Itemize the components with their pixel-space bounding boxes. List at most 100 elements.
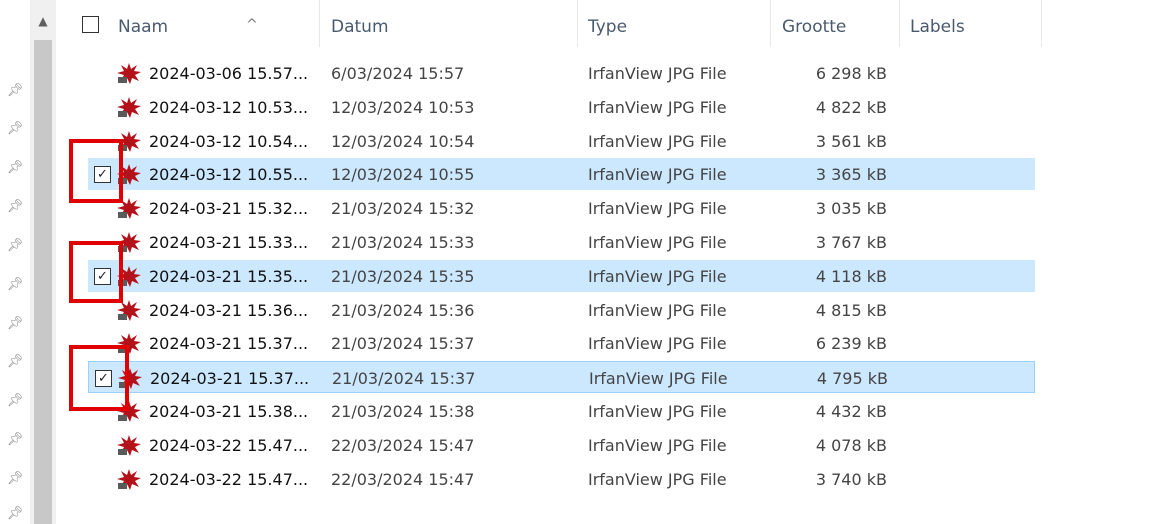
irfanview-jpg-icon	[116, 434, 142, 456]
file-name: 2024-03-22 15.47...	[149, 470, 309, 489]
file-size: 4 795 kB	[816, 369, 888, 388]
column-header-size[interactable]: Grootte	[772, 0, 900, 47]
file-row[interactable]: 2024-03-21 15.33... 21/03/2024 15:33 Irfan…	[88, 226, 1035, 258]
file-type: IrfanView JPG File	[588, 132, 727, 151]
file-date: 21/03/2024 15:37	[332, 369, 476, 388]
scrollbar-thumb[interactable]	[34, 40, 52, 524]
file-name: 2024-03-21 15.32...	[149, 199, 309, 218]
pin-icon[interactable]: 📌︎	[6, 159, 24, 177]
file-row[interactable]: ✓ 2024-03-21 15.37... 21/03/2024 15:37 Irfa…	[88, 361, 1035, 393]
file-size: 3 035 kB	[815, 199, 887, 218]
file-size: 3 365 kB	[815, 165, 887, 184]
highlight-box	[69, 139, 123, 203]
column-date-label: Datum	[331, 17, 389, 37]
file-name: 2024-03-22 15.47...	[149, 436, 309, 455]
file-size: 6 239 kB	[815, 334, 887, 353]
pin-icon[interactable]: 📌︎	[6, 315, 24, 333]
file-size: 4 118 kB	[815, 267, 887, 286]
irfanview-jpg-icon	[116, 468, 142, 490]
file-row[interactable]: 2024-03-21 15.37... 21/03/2024 15:37 Irfan…	[88, 327, 1035, 359]
file-type: IrfanView JPG File	[588, 98, 727, 117]
file-date: 12/03/2024 10:55	[331, 165, 475, 184]
file-name: 2024-03-12 10.54...	[149, 132, 309, 151]
pin-icon[interactable]: 📌︎	[6, 431, 24, 449]
column-size-label: Grootte	[782, 17, 847, 37]
pin-icon[interactable]: 📌︎	[6, 276, 24, 294]
file-date: 21/03/2024 15:32	[331, 199, 475, 218]
column-header-labels[interactable]: Labels	[900, 0, 1042, 47]
file-name: 2024-03-21 15.36...	[149, 301, 309, 320]
pin-icon[interactable]: 📌︎	[6, 505, 24, 523]
file-date: 22/03/2024 15:47	[331, 436, 475, 455]
file-date: 21/03/2024 15:37	[331, 334, 475, 353]
file-name: 2024-03-21 15.37...	[150, 369, 310, 388]
irfanview-jpg-icon	[116, 96, 142, 118]
file-type: IrfanView JPG File	[589, 369, 728, 388]
scroll-up-arrow-icon[interactable]: ▲	[30, 8, 56, 34]
file-size: 4 432 kB	[815, 402, 887, 421]
file-type: IrfanView JPG File	[588, 334, 727, 353]
irfanview-jpg-icon	[116, 62, 142, 84]
file-row[interactable]: 2024-03-12 10.54... 12/03/2024 10:54 Irfan…	[88, 125, 1035, 157]
file-type: IrfanView JPG File	[588, 64, 727, 83]
file-size: 3 740 kB	[815, 470, 887, 489]
column-header-type[interactable]: Type	[578, 0, 771, 47]
file-type: IrfanView JPG File	[588, 267, 727, 286]
file-row[interactable]: 2024-03-22 15.47... 22/03/2024 15:47 Irfan…	[88, 429, 1035, 461]
file-date: 21/03/2024 15:38	[331, 402, 475, 421]
file-date: 21/03/2024 15:33	[331, 233, 475, 252]
file-size: 4 815 kB	[815, 301, 887, 320]
file-row[interactable]: ✓ 2024-03-21 15.35... 21/03/2024 15:35 Irfa…	[88, 260, 1035, 292]
file-name: 2024-03-21 15.37...	[149, 334, 309, 353]
file-name: 2024-03-21 15.38...	[149, 402, 309, 421]
pin-icon[interactable]: 📌︎	[6, 198, 24, 216]
file-row[interactable]: ✓ 2024-03-12 10.55... 12/03/2024 10:55 Irfa…	[88, 158, 1035, 190]
column-name-label: Naam	[118, 17, 169, 37]
navigation-scrollbar[interactable]: ▲	[30, 0, 56, 524]
file-size: 4 078 kB	[815, 436, 887, 455]
file-name: 2024-03-06 15.57...	[149, 64, 309, 83]
file-type: IrfanView JPG File	[588, 402, 727, 421]
file-row[interactable]: 2024-03-21 15.38... 21/03/2024 15:38 Irfan…	[88, 395, 1035, 427]
file-row[interactable]: 2024-03-21 15.32... 21/03/2024 15:32 Irfan…	[88, 192, 1035, 224]
file-type: IrfanView JPG File	[588, 233, 727, 252]
file-row[interactable]: 2024-03-12 10.53... 12/03/2024 10:53 Irfan…	[88, 91, 1035, 123]
sort-ascending-icon: ^	[246, 17, 258, 33]
file-date: 21/03/2024 15:36	[331, 301, 475, 320]
file-type: IrfanView JPG File	[588, 470, 727, 489]
pin-icon[interactable]: 📌︎	[6, 353, 24, 371]
file-date: 6/03/2024 15:57	[331, 64, 465, 83]
file-date: 21/03/2024 15:35	[331, 267, 475, 286]
file-size: 6 298 kB	[815, 64, 887, 83]
file-date: 12/03/2024 10:53	[331, 98, 475, 117]
column-header-date[interactable]: Datum	[321, 0, 578, 47]
file-row[interactable]: 2024-03-06 15.57... 6/03/2024 15:57 IrfanV…	[88, 57, 1035, 89]
file-size: 3 767 kB	[815, 233, 887, 252]
select-all-checkbox[interactable]	[82, 16, 99, 33]
column-labels-label: Labels	[910, 17, 965, 37]
file-row[interactable]: 2024-03-21 15.36... 21/03/2024 15:36 Irfan…	[88, 294, 1035, 326]
file-type: IrfanView JPG File	[588, 301, 727, 320]
file-name: 2024-03-21 15.33...	[149, 233, 309, 252]
pin-icon[interactable]: 📌︎	[6, 237, 24, 255]
file-name: 2024-03-12 10.55...	[149, 165, 309, 184]
highlight-box	[69, 241, 123, 303]
column-type-label: Type	[588, 17, 628, 37]
pin-icon[interactable]: 📌︎	[6, 392, 24, 410]
file-name: 2024-03-21 15.35...	[149, 267, 309, 286]
quick-access-pins: 📌︎ 📌︎ 📌︎ 📌︎ 📌︎ 📌︎ 📌︎ 📌︎ 📌︎ 📌︎ 📌︎ 📌︎	[0, 0, 30, 524]
file-name: 2024-03-12 10.53...	[149, 98, 309, 117]
file-type: IrfanView JPG File	[588, 165, 727, 184]
file-date: 22/03/2024 15:47	[331, 470, 475, 489]
pin-icon[interactable]: 📌︎	[6, 82, 24, 100]
highlight-box	[69, 345, 129, 411]
column-header-name[interactable]: Naam ^	[108, 0, 320, 47]
file-type: IrfanView JPG File	[588, 436, 727, 455]
file-size: 4 822 kB	[815, 98, 887, 117]
file-size: 3 561 kB	[815, 132, 887, 151]
file-type: IrfanView JPG File	[588, 199, 727, 218]
file-date: 12/03/2024 10:54	[331, 132, 475, 151]
file-row[interactable]: 2024-03-22 15.47... 22/03/2024 15:47 Irfan…	[88, 463, 1035, 495]
pin-icon[interactable]: 📌︎	[6, 120, 24, 138]
pin-icon[interactable]: 📌︎	[6, 470, 24, 488]
